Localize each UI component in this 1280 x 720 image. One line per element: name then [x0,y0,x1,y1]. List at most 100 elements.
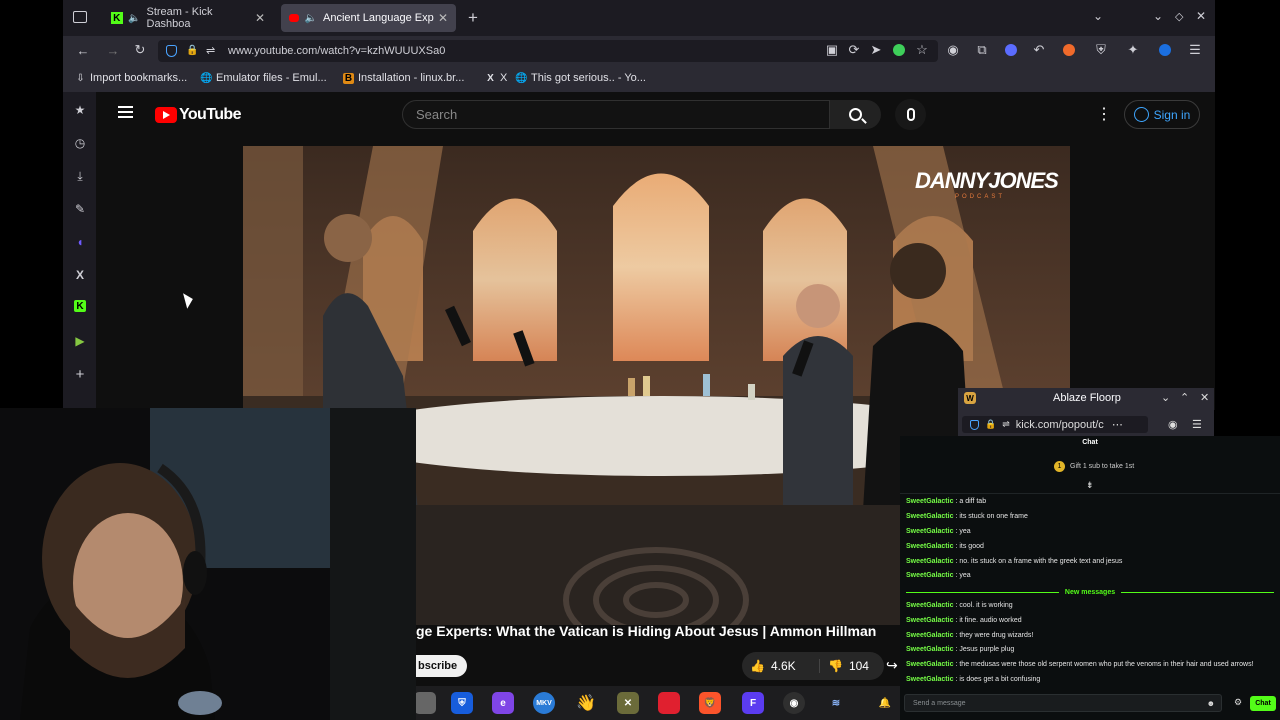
bookmark-emulator[interactable]: 🌐 Emulator files - Emul... [200,72,326,84]
taskbar-mkv-icon[interactable]: MKV [533,692,555,714]
send-chat-button[interactable]: Chat [1250,696,1276,711]
taskbar-floorp-icon[interactable]: F [742,692,764,714]
brave-b-icon: B [343,72,354,84]
shield-icon[interactable] [166,45,177,57]
taskbar-brave-icon[interactable]: 🦁 [699,692,721,714]
subscribe-button[interactable]: bscribe [416,655,467,677]
url-text: www.youtube.com/watch?v=kzhWUUUXSa0 [228,45,446,57]
chat-message: SweetGalactic: yea [906,572,971,579]
close-tab-icon[interactable]: ✕ [438,11,448,25]
webcam-overlay [0,408,416,720]
bookmark-x[interactable]: XX [485,72,507,84]
chat-message: SweetGalactic: no. its stuck on a frame … [906,558,1123,565]
popout-address-bar[interactable]: 🔒 ⇌ kick.com/popout/c ⋯ [962,416,1148,433]
chat-header: Chat [1082,439,1098,446]
rumble-icon[interactable]: ▶ [72,333,88,349]
lock-icon[interactable]: 🔒 [186,45,198,56]
close-window-icon[interactable]: ✕ [1200,391,1209,404]
taskbar-app-gray-icon[interactable] [414,692,436,714]
taskbar-stack-icon[interactable]: ≋ [825,692,847,714]
youtube-favicon-icon [289,14,299,22]
chevron-down-icon[interactable]: ⌄ [1161,391,1170,404]
tab-list-icon[interactable] [73,11,87,23]
tab-overflow-icon[interactable]: ⌄ [1093,9,1103,23]
taskbar-bitwarden-icon[interactable]: ⛨ [451,692,473,714]
menu-icon[interactable]: ☰ [1192,418,1202,431]
x-logo-icon[interactable]: X [72,267,88,283]
chat-message: SweetGalactic: is does get a bit confusi… [906,676,1041,683]
permissions-icon[interactable]: ⇌ [206,44,215,57]
send-icon[interactable]: ➤ [868,42,884,58]
taskbar-obs-icon[interactable]: ◉ [783,692,805,714]
history-icon[interactable]: ◷ [72,135,88,151]
account-circle-icon [1133,107,1149,122]
emoji-icon[interactable]: ☻ [1207,699,1215,708]
forward-icon[interactable]: → [105,42,121,58]
reload-icon[interactable]: ↻ [132,42,148,58]
new-tab-icon[interactable]: + [468,8,478,28]
bookmark-star-icon[interactable]: ☆ [914,42,930,58]
chat-message: SweetGalactic: cool. it is working [906,602,1013,609]
chat-message: SweetGalactic: a diff tab [906,498,987,505]
ublock-icon[interactable]: ⛨ [1093,42,1109,58]
search-input[interactable]: Search [402,100,830,129]
back-icon[interactable]: ← [75,42,91,58]
bookmark-import[interactable]: ⇩ Import bookmarks... [75,72,187,84]
chat-message: SweetGalactic: they were drug wizards! [906,632,1034,639]
close-tab-icon[interactable]: ✕ [255,11,265,25]
taskbar-bell-icon[interactable]: 🔔 [874,692,896,714]
more-options-icon[interactable]: ⋮ [1096,104,1112,124]
search-button[interactable] [830,100,881,129]
tab-youtube-video[interactable]: 🔈 Ancient Language Exp ✕ [281,4,456,32]
extension-puzzle-icon[interactable]: ✦ [1125,42,1141,58]
account-icon[interactable]: ◉ [1168,418,1178,431]
tab-kick-dashboard[interactable]: K 🔈 Stream - Kick Dashboa ✕ [103,4,273,32]
extension-orange-icon[interactable] [1061,42,1077,58]
popout-window-title: Ablaze Floorp [1053,392,1121,404]
permissions-icon: ⇌ [1002,419,1010,429]
more-options-icon[interactable]: ⋯ [1112,418,1123,431]
account-icon[interactable]: ◉ [945,42,961,58]
taskbar-hand-icon[interactable]: 👋 [575,692,597,714]
speaker-icon: 🔈 [128,12,141,24]
like-button[interactable]: 👍 4.6K [742,659,820,673]
dislike-button[interactable]: 👎 104 [820,659,869,673]
floorp-icon[interactable]: ◖ [72,234,88,250]
webcam-feed [0,408,416,720]
taskbar-xbox-icon[interactable]: ✕ [617,692,639,714]
tab-bar: K 🔈 Stream - Kick Dashboa ✕ 🔈 Ancient La… [63,0,1215,36]
youtube-play-icon [155,107,177,123]
taskbar-edge-icon[interactable]: e [492,692,514,714]
taskbar-red-app-icon[interactable] [658,692,680,714]
pen-icon[interactable]: ✎ [72,201,88,217]
minimize-icon[interactable]: ⌄ [1153,9,1163,23]
menu-icon[interactable]: ☰ [1187,42,1203,58]
hamburger-menu-icon[interactable] [118,106,133,118]
voice-search-button[interactable] [895,99,926,130]
gift-sub-banner[interactable]: 1 Gift 1 sub to take 1st [1054,461,1134,472]
star-icon[interactable]: ★ [72,102,88,118]
sign-in-button[interactable]: Sign in [1124,100,1200,129]
close-window-icon[interactable]: ✕ [1196,9,1206,23]
maximize-icon[interactable]: ◇ [1175,10,1183,23]
youtube-logo[interactable]: YouTube [155,106,241,124]
chevron-up-icon[interactable]: ⌃ [1180,391,1189,404]
channel-watermark: DANNYJONES PODCAST [915,168,1059,200]
picture-in-picture-icon[interactable]: ▣ [824,42,840,58]
extension-edge-icon[interactable] [1157,42,1173,58]
translate-icon[interactable]: ⟳ [846,42,862,58]
download-icon[interactable]: ⤓ [72,168,88,184]
extension-green-icon[interactable] [891,42,907,58]
undo-icon[interactable]: ↶ [1031,42,1047,58]
chat-settings-icon[interactable]: ⚙ [1234,697,1242,708]
profile-blue-icon[interactable] [1003,42,1019,58]
add-panel-icon[interactable]: + [72,366,88,383]
kick-icon[interactable]: K [74,300,86,312]
bookmark-youtube[interactable]: 🌐 This got serious.. - Yo... [515,72,646,84]
bookmark-installation[interactable]: B Installation - linux.br... [343,72,464,84]
chat-input[interactable]: Send a message ☻ [904,694,1222,712]
share-icon[interactable]: ↪ [886,657,898,674]
address-bar[interactable]: 🔒 ⇌ www.youtube.com/watch?v=kzhWUUUXSa0 [158,40,938,62]
extensions-icon[interactable]: ⧉ [974,42,990,58]
pinned-chevron-icon[interactable]: ⇟ [1086,480,1094,491]
